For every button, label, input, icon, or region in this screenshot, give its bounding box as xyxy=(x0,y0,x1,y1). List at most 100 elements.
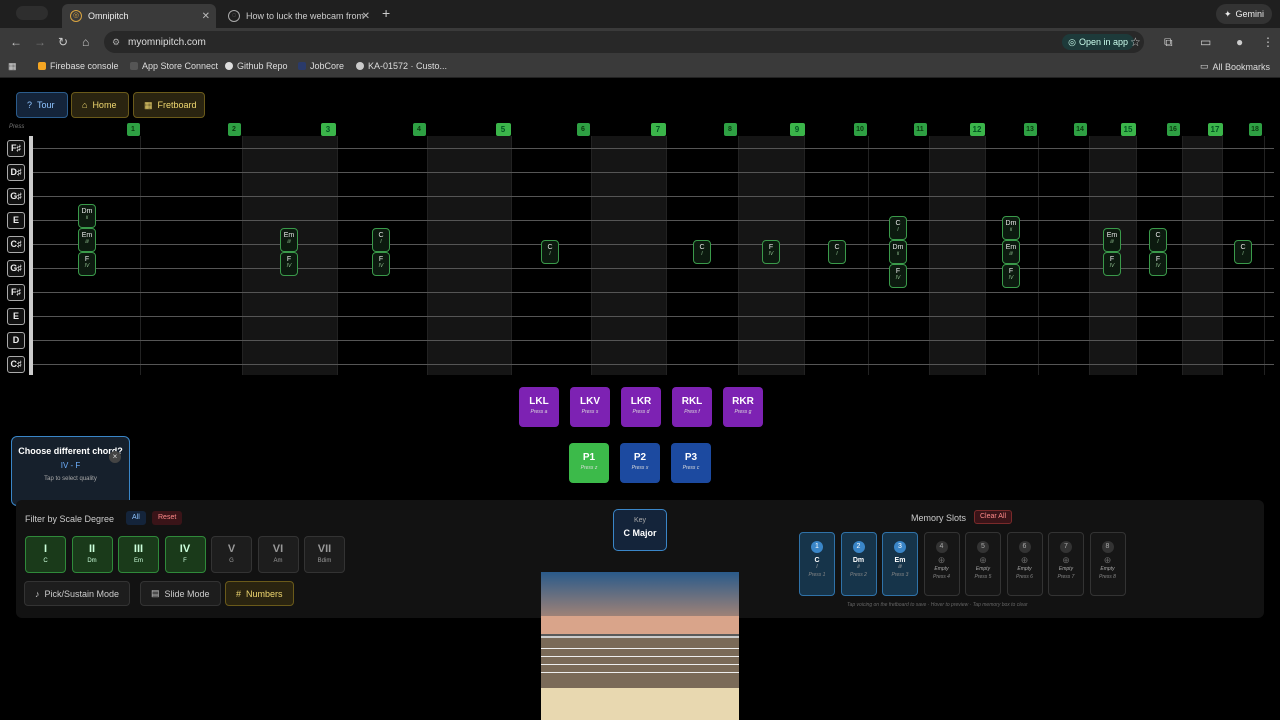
press-label: Press xyxy=(9,124,25,130)
address-bar[interactable]: ⚙ myomnipitch.com ◎ Open in app xyxy=(104,31,1144,53)
tab-group-pill[interactable] xyxy=(16,6,48,20)
chord-name: Em xyxy=(1005,244,1017,251)
chord-choice-popup[interactable]: Choose different chord? IV - F Tap to se… xyxy=(11,436,130,506)
open-in-app-button[interactable]: ◎ Open in app xyxy=(1062,34,1134,50)
chord-voicing-marker[interactable]: Dm ii xyxy=(78,204,96,228)
chord-voicing-marker[interactable]: CI xyxy=(1234,240,1252,264)
home-button[interactable]: ⌂ Home xyxy=(71,92,129,118)
chord-degree: ii xyxy=(896,251,900,257)
bookmark-github[interactable]: Github Repo xyxy=(225,61,288,71)
chord-voicing-marker[interactable]: F IV xyxy=(1103,252,1121,276)
pedal-p1-button[interactable]: P1 Press z xyxy=(569,443,609,483)
degree-filter-vi[interactable]: VI Am xyxy=(257,536,299,573)
filter-all-button[interactable]: All xyxy=(126,511,146,525)
knee-lever-lkr-button[interactable]: LKR Press d xyxy=(621,387,661,427)
clear-all-button[interactable]: Clear All xyxy=(974,510,1013,524)
chord-voicing-marker[interactable]: Em iii xyxy=(78,228,96,252)
apps-grid-icon[interactable]: ▦ xyxy=(8,61,17,72)
bookmark-ka[interactable]: KA-01572 · Custo... xyxy=(356,61,447,71)
string-label: D♯ xyxy=(7,164,25,181)
chord-voicing-marker[interactable]: F IV xyxy=(889,264,907,288)
gemini-button[interactable]: ✦ Gemini xyxy=(1215,4,1272,24)
slot-number: 3 xyxy=(894,541,906,553)
string-label: F♯ xyxy=(7,284,25,301)
tour-button[interactable]: ? Tour xyxy=(16,92,68,118)
memory-slot[interactable]: 7 ⊕ Empty Press 7 xyxy=(1048,532,1084,596)
chord-degree: iii xyxy=(1009,251,1013,257)
string-line xyxy=(33,148,1274,149)
memory-slot[interactable]: 5 ⊕ Empty Press 5 xyxy=(965,532,1001,596)
chord-degree: IV xyxy=(378,263,384,269)
filter-reset-button[interactable]: Reset xyxy=(152,511,183,525)
chord-voicing-marker[interactable]: CI xyxy=(541,240,559,264)
degree-filter-v[interactable]: VG xyxy=(211,536,252,573)
knee-lever-rkr-button[interactable]: RKR Press g xyxy=(723,387,763,427)
all-bookmarks[interactable]: ▭ All Bookmarks xyxy=(1200,61,1270,72)
degree-filter-iii[interactable]: III Em xyxy=(118,536,159,573)
memory-slot[interactable]: 6 ⊕ Empty Press 6 xyxy=(1006,532,1043,596)
chord-voicing-marker[interactable]: F IV xyxy=(1149,252,1167,276)
memory-slot[interactable]: 3 Em iii Press 3 xyxy=(882,532,918,596)
bookmark-firebase[interactable]: Firebase console xyxy=(38,61,119,71)
degree-filter-iv[interactable]: IV F xyxy=(164,536,206,573)
profile-avatar-icon[interactable]: ● xyxy=(1236,35,1243,49)
menu-icon[interactable]: ⋮ xyxy=(1262,35,1274,49)
knee-lever-lkl-button[interactable]: LKL Press a xyxy=(519,387,559,427)
chord-voicing-marker[interactable]: Em iii xyxy=(280,228,298,252)
string-label: C♯ xyxy=(7,236,25,253)
open-in-app-label: Open in app xyxy=(1078,37,1128,47)
slide-mode-button[interactable]: ▤ Slide Mode xyxy=(140,581,221,606)
bookmark-app-store-connect[interactable]: App Store Connect xyxy=(130,61,218,71)
memory-slot[interactable]: 1 C I Press 1 xyxy=(799,532,835,596)
memory-slot[interactable]: 8 ⊕ Empty Press 8 xyxy=(1089,532,1126,596)
bookmark-jobcore[interactable]: JobCore xyxy=(298,61,344,71)
chord-voicing-marker[interactable]: CI xyxy=(889,216,907,240)
cast-icon[interactable]: ▭ xyxy=(1200,35,1211,49)
fretboard-button[interactable]: ▦ Fretboard xyxy=(133,92,205,118)
memory-slot[interactable]: 2 Dm ii Press 2 xyxy=(840,532,877,596)
fretboard[interactable]: Press F♯ D♯ G♯ E C♯ G♯ F♯ E D C♯ 1 2 3 4 5 6 7 8 9 10 11 12 13… xyxy=(0,120,1280,380)
key-selector[interactable]: Key C Major xyxy=(613,509,667,551)
pick-sustain-mode-button[interactable]: ♪ Pick/Sustain Mode xyxy=(24,581,131,606)
memory-slot[interactable]: 4 ⊕ Empty Press 4 xyxy=(923,532,960,596)
close-icon[interactable]: × xyxy=(109,451,121,463)
pad-label: P3 xyxy=(684,452,698,463)
new-tab-icon[interactable]: + xyxy=(382,5,390,21)
close-tab-icon[interactable]: ✕ xyxy=(362,11,370,22)
reload-icon[interactable]: ↻ xyxy=(58,35,68,49)
fret-number: 11 xyxy=(913,123,927,136)
degree-filter-vii[interactable]: VII Bdim xyxy=(304,536,345,573)
tab-webcam[interactable]: ◌ How to luck the webcam from ✕ xyxy=(220,4,376,28)
back-icon[interactable]: ← xyxy=(10,35,22,49)
numbers-mode-button[interactable]: # Numbers xyxy=(225,581,294,606)
close-tab-icon[interactable]: ✕ xyxy=(202,11,210,22)
chord-voicing-marker[interactable]: Em iii xyxy=(1002,240,1020,264)
chord-voicing-marker[interactable]: CI xyxy=(1149,228,1167,252)
omnipitch-app: ? Tour ⌂ Home ▦ Fretboard Press F♯ D♯ G♯ E C… xyxy=(0,78,1280,720)
bookmark-star-icon[interactable]: ☆ xyxy=(1130,35,1141,49)
tab-omnipitch[interactable]: ◎ Omnipitch ✕ xyxy=(62,4,216,28)
pedal-p2-button[interactable]: P2 Press x xyxy=(620,443,660,483)
chord-voicing-marker[interactable]: F IV xyxy=(280,252,298,276)
mode-label: Pick/Sustain Mode xyxy=(44,588,120,599)
pedal-p3-button[interactable]: P3 Press c xyxy=(671,443,711,483)
chord-voicing-marker[interactable]: F IV xyxy=(78,252,96,276)
degree-filter-ii[interactable]: II Dm xyxy=(71,536,113,573)
chord-voicing-marker[interactable]: Dm ii xyxy=(889,240,907,264)
site-settings-icon[interactable]: ⚙ xyxy=(112,37,120,48)
chord-voicing-marker[interactable]: F IV xyxy=(762,240,780,264)
degree-filter-i[interactable]: IC xyxy=(25,536,66,573)
chord-voicing-marker[interactable]: F IV xyxy=(1002,264,1020,288)
chord-voicing-marker[interactable]: CI xyxy=(693,240,711,264)
home-icon[interactable]: ⌂ xyxy=(82,35,89,49)
chord-voicing-marker[interactable]: F IV xyxy=(372,252,390,276)
extensions-icon[interactable]: ⧉ xyxy=(1164,35,1173,50)
knee-lever-lkv-button[interactable]: LKV Press s xyxy=(570,387,610,427)
knee-lever-rkl-button[interactable]: RKL Press f xyxy=(672,387,712,427)
chord-voicing-marker[interactable]: Dm ii xyxy=(1002,216,1020,240)
chord-voicing-marker[interactable]: CI xyxy=(828,240,846,264)
forward-icon[interactable]: → xyxy=(34,35,46,49)
chord-voicing-marker[interactable]: CI xyxy=(372,228,390,252)
chord-voicing-marker[interactable]: Em iii xyxy=(1103,228,1121,252)
fret-number: 9 xyxy=(789,123,805,136)
